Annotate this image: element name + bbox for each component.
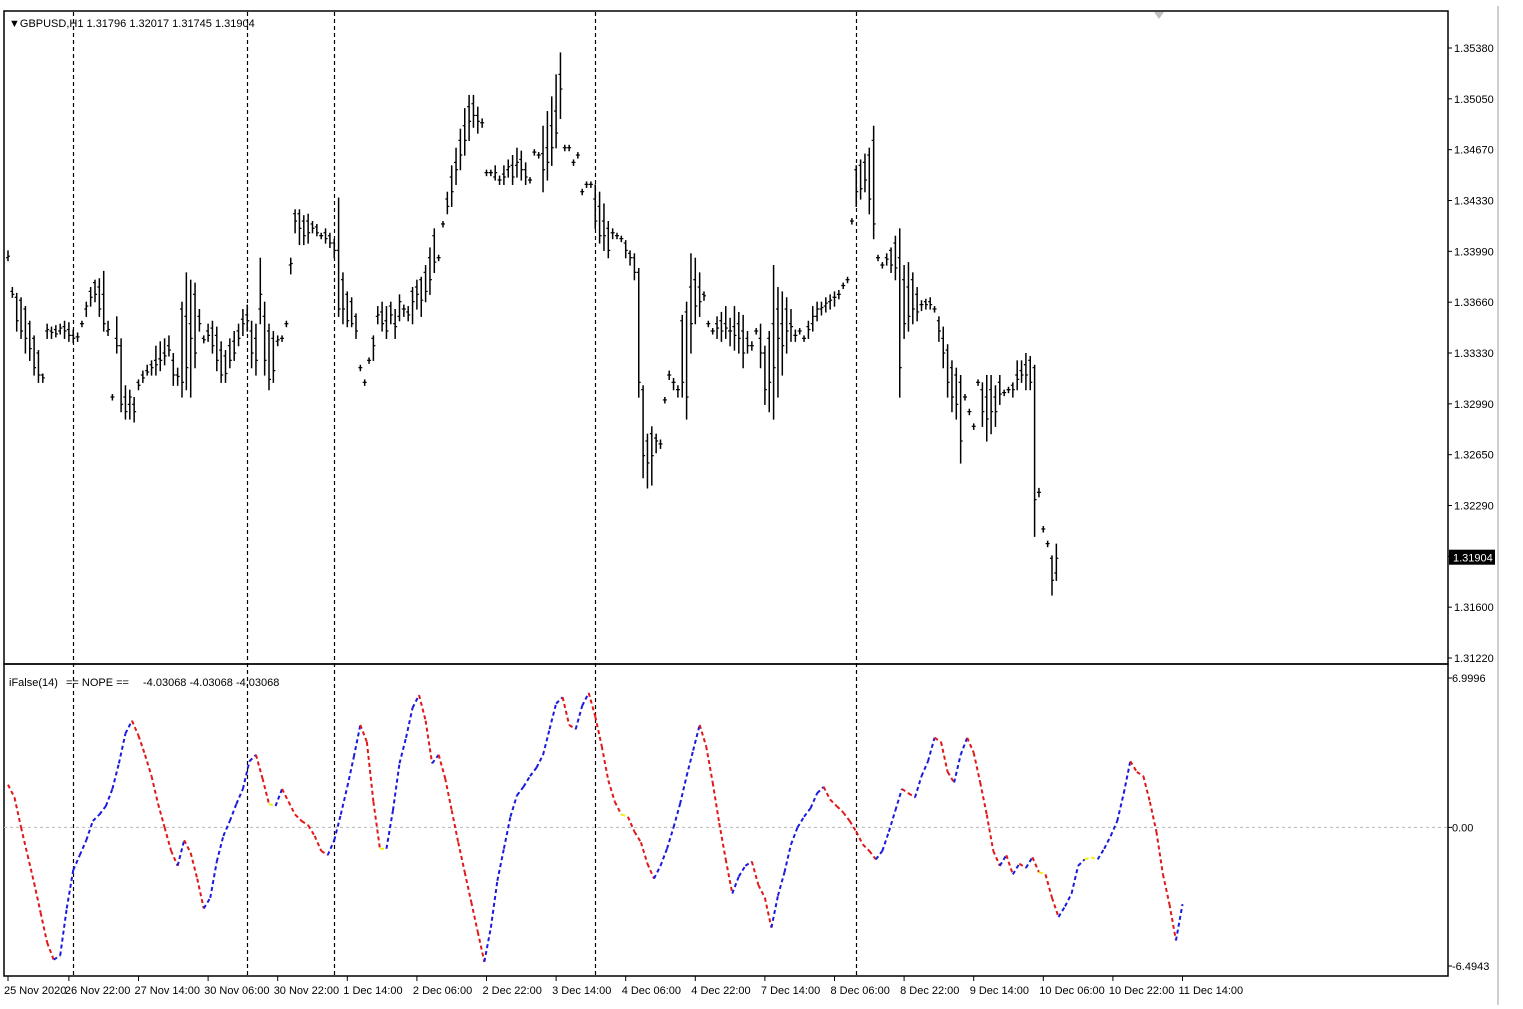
price-axis-label: 1.33990 <box>1454 246 1494 258</box>
time-axis-label: 7 Dec 14:00 <box>761 985 820 997</box>
time-axis-label: 27 Nov 14:00 <box>135 985 200 997</box>
time-axis-label: 2 Dec 06:00 <box>413 985 472 997</box>
price-axis-label: 1.32990 <box>1454 399 1494 411</box>
price-axis-label: 1.32650 <box>1454 450 1494 462</box>
time-axis-label: 9 Dec 14:00 <box>970 985 1029 997</box>
time-axis-label: 10 Dec 06:00 <box>1039 985 1104 997</box>
price-axis-label: 1.34670 <box>1454 145 1494 157</box>
price-axis-label: 1.34330 <box>1454 196 1494 208</box>
chart-window: 1.35380 1.35050 1.34670 1.34330 1.33990 1.336… <box>0 0 1523 1009</box>
indicator-axis-label: -6.4943 <box>1452 961 1489 973</box>
time-axis-label: 26 Nov 22:00 <box>65 985 130 997</box>
price-axis-label: 1.32290 <box>1454 501 1494 513</box>
time-axis-label: 2 Dec 22:00 <box>483 985 542 997</box>
price-axis-label: 1.33660 <box>1454 297 1494 309</box>
indicator-title: iFalse(14) <box>9 677 58 689</box>
last-price-tag: 1.31904 <box>1449 549 1495 565</box>
time-axis-label: 3 Dec 14:00 <box>552 985 611 997</box>
time-axis-label: 30 Nov 22:00 <box>274 985 339 997</box>
price-axis-label: 1.31220 <box>1454 653 1494 665</box>
price-axis-label: 1.35380 <box>1454 43 1494 55</box>
main-header-text: ▼GBPUSD,H1 1.31796 1.32017 1.31745 1.319… <box>9 18 255 30</box>
price-axis-label: 1.31600 <box>1454 602 1494 614</box>
indicator-label: == NOPE == <box>66 677 129 689</box>
indicator-readout: -4.03068 -4.03068 -4.03068 <box>143 677 279 689</box>
time-axis-label: 4 Dec 22:00 <box>691 985 750 997</box>
indicator-axis-label: 6.9996 <box>1452 673 1486 685</box>
time-axis-label: 8 Dec 06:00 <box>831 985 890 997</box>
time-axis-label: 10 Dec 22:00 <box>1109 985 1174 997</box>
time-axis-label: 4 Dec 06:00 <box>622 985 681 997</box>
last-price-tag-text: 1.31904 <box>1453 553 1493 565</box>
price-axis-label: 1.35050 <box>1454 94 1494 106</box>
time-axis-label: 1 Dec 14:00 <box>343 985 402 997</box>
time-axis-label: 30 Nov 06:00 <box>204 985 269 997</box>
time-axis-label: 25 Nov 2020 <box>4 985 66 997</box>
time-axis-label: 8 Dec 22:00 <box>900 985 959 997</box>
time-axis-label: 11 Dec 14:00 <box>1179 985 1244 997</box>
price-axis-label: 1.33330 <box>1454 348 1494 360</box>
indicator-axis-label: 0.00 <box>1452 822 1473 834</box>
